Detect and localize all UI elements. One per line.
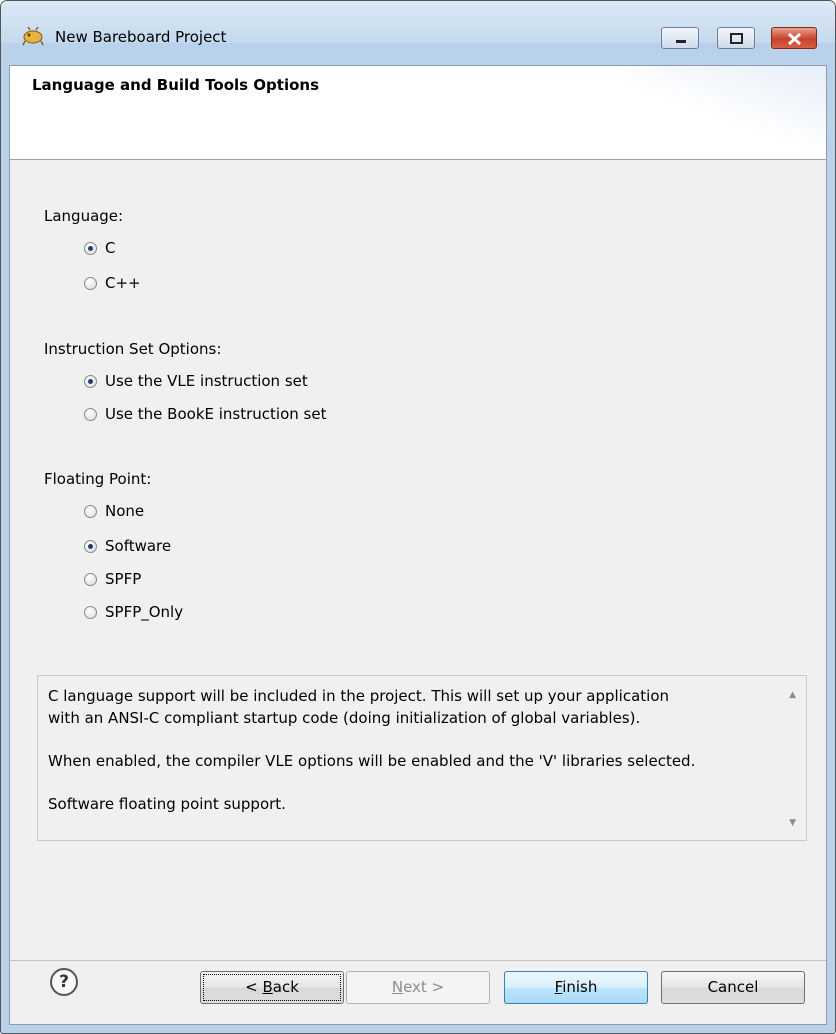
radio-fp-none[interactable]: None — [84, 500, 144, 522]
description-line: with an ANSI-C compliant startup code (d… — [48, 708, 641, 727]
radio-button[interactable] — [84, 276, 97, 290]
radio-button[interactable] — [84, 572, 97, 586]
close-button[interactable] — [771, 27, 817, 49]
radio-button[interactable] — [84, 539, 97, 553]
description-line: C language support will be included in t… — [48, 687, 670, 705]
language-label: Language: — [44, 207, 124, 225]
description-line: When enabled, the compiler VLE options w… — [48, 751, 696, 770]
description-textarea[interactable]: C language support will be included in t… — [37, 675, 807, 841]
separator — [10, 960, 826, 961]
minimize-button[interactable] — [661, 27, 699, 49]
radio-language-c[interactable]: C — [84, 237, 115, 259]
radio-label: C — [105, 239, 116, 257]
page-title: Language and Build Tools Options — [32, 76, 319, 94]
radio-button[interactable] — [84, 504, 97, 518]
radio-label: Use the BookE instruction set — [105, 405, 327, 423]
description-text: C language support will be included in t… — [48, 686, 778, 815]
radio-booke[interactable]: Use the BookE instruction set — [84, 403, 326, 425]
radio-label: Use the VLE instruction set — [105, 372, 308, 390]
radio-button[interactable] — [84, 605, 97, 619]
radio-button[interactable] — [84, 407, 97, 421]
finish-button-label: inish — [562, 978, 598, 996]
instruction-set-label: Instruction Set Options: — [44, 340, 222, 358]
radio-fp-spfp-only[interactable]: SPFP_Only — [84, 601, 183, 623]
radio-language-cpp[interactable]: C++ — [84, 272, 141, 294]
radio-label: SPFP — [105, 570, 142, 588]
window-title: New Bareboard Project — [55, 28, 227, 46]
radio-label: C++ — [105, 274, 141, 292]
title-banner: Language and Build Tools Options — [10, 66, 826, 160]
radio-label: SPFP_Only — [105, 603, 184, 621]
app-icon — [22, 26, 44, 47]
dialog-window: New Bareboard Project Language and Build… — [0, 0, 836, 1034]
banner-decoration — [616, 66, 826, 159]
radio-fp-software[interactable]: Software — [84, 535, 171, 557]
radio-label: Software — [105, 537, 172, 555]
next-button-label: ext > — [403, 978, 445, 996]
radio-label: None — [105, 502, 145, 520]
next-button[interactable]: Next > — [346, 971, 490, 1004]
radio-vle[interactable]: Use the VLE instruction set — [84, 370, 308, 392]
cancel-button[interactable]: Cancel — [661, 971, 805, 1004]
back-button-mnemonic: B — [262, 978, 273, 996]
next-button-mnemonic: N — [391, 978, 404, 996]
title-bar[interactable]: New Bareboard Project — [1, 1, 835, 49]
radio-button[interactable] — [84, 374, 97, 388]
scroll-up-arrow-icon[interactable]: ▲ — [789, 690, 796, 700]
scroll-down-arrow-icon[interactable]: ▼ — [789, 818, 796, 828]
finish-button[interactable]: Finish — [504, 971, 648, 1004]
floating-point-label: Floating Point: — [44, 470, 152, 488]
radio-fp-spfp[interactable]: SPFP — [84, 568, 141, 590]
radio-button[interactable] — [84, 241, 97, 255]
dialog-body: Language and Build Tools Options Languag… — [9, 65, 827, 1025]
help-icon[interactable]: ? — [50, 968, 78, 996]
back-button-prefix: < — [245, 978, 263, 996]
back-button-label: ack — [272, 978, 299, 996]
maximize-button[interactable] — [717, 27, 755, 49]
description-line: Software floating point support. — [48, 794, 286, 813]
back-button[interactable]: < Back — [200, 971, 344, 1004]
